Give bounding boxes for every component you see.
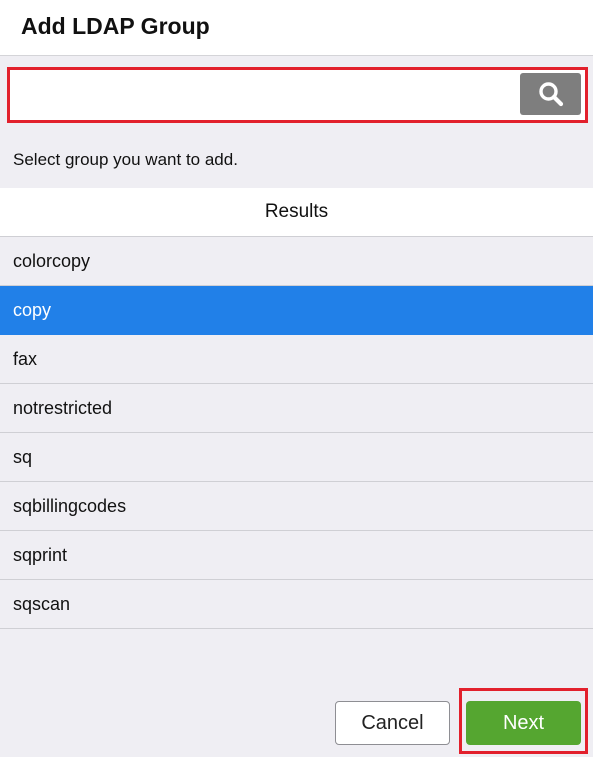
result-item[interactable]: colorcopy (0, 237, 593, 286)
next-button-highlight: Next (459, 688, 588, 754)
results-list: colorcopy copy fax notrestricted sq sqbilling… (0, 237, 593, 629)
page-title: Add LDAP Group (21, 13, 210, 39)
search-bar (7, 67, 588, 123)
result-item-label: sq (13, 446, 33, 467)
result-item-label: fax (13, 348, 38, 369)
result-item[interactable]: sqbillingcodes (0, 482, 593, 531)
result-item-label: notrestricted (13, 397, 113, 418)
result-item[interactable]: sq (0, 433, 593, 482)
result-item[interactable]: notrestricted (0, 384, 593, 433)
instruction-text: Select group you want to add. (13, 150, 238, 169)
results-header: Results (0, 188, 593, 237)
next-button[interactable]: Next (466, 701, 581, 745)
result-item-label: sqscan (13, 593, 71, 614)
dialog-header: Add LDAP Group (0, 0, 593, 56)
result-item-label: sqprint (13, 544, 68, 565)
search-input[interactable] (13, 73, 518, 117)
result-item-label: copy (13, 299, 52, 320)
result-item-label: colorcopy (13, 250, 91, 271)
search-button[interactable] (520, 73, 581, 115)
result-item[interactable]: sqprint (0, 531, 593, 580)
cancel-button[interactable]: Cancel (335, 701, 450, 745)
result-item[interactable]: sqscan (0, 580, 593, 629)
result-item[interactable]: fax (0, 335, 593, 384)
result-item-label: sqbillingcodes (13, 495, 127, 516)
result-item[interactable]: copy (0, 286, 593, 335)
search-icon (538, 82, 563, 107)
